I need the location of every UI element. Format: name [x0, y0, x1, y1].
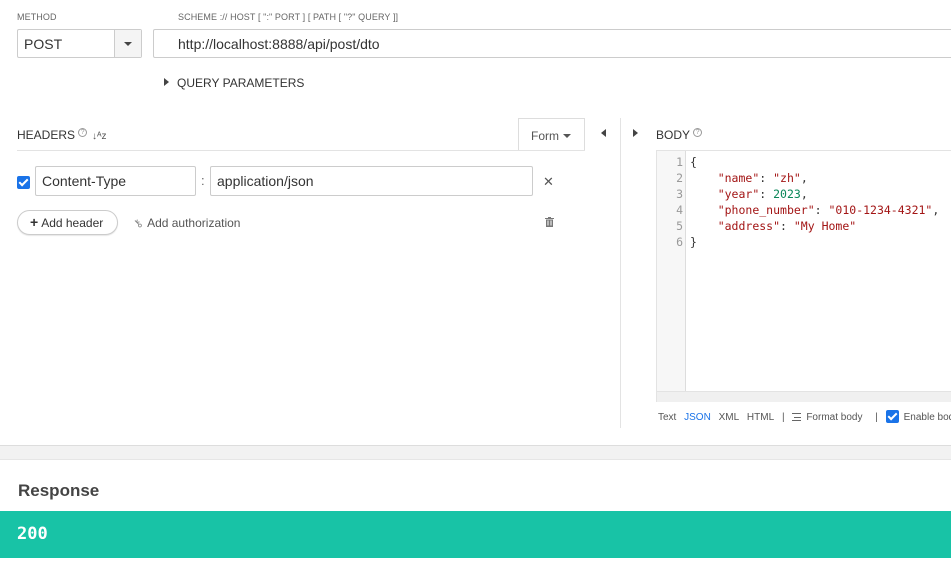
method-label: METHOD	[17, 12, 57, 22]
chevron-down-icon[interactable]	[114, 30, 141, 57]
sort-az-icon[interactable]: ↓ᴬz	[92, 131, 107, 142]
add-authorization-label: Add authorization	[147, 216, 241, 230]
response-title: Response	[18, 481, 100, 500]
url-label: SCHEME :// HOST [ ":" PORT ] [ PATH [ "?…	[178, 12, 399, 22]
header-name-input[interactable]: Content-Type	[35, 166, 196, 196]
line-number: 1	[676, 155, 683, 169]
code-line: }	[690, 235, 697, 249]
header-value-input[interactable]: application/json	[210, 166, 533, 196]
close-icon[interactable]: ✕	[543, 174, 554, 190]
add-authorization-button[interactable]: ⚷ Add authorization	[131, 216, 241, 231]
enable-body-toggle[interactable]: Enable body	[885, 410, 951, 423]
collapse-left-icon[interactable]	[601, 129, 606, 137]
add-header-label: Add header	[41, 216, 104, 230]
plus-icon: +	[30, 214, 39, 230]
line-number: 6	[676, 235, 683, 249]
code-line: "year": 2023,	[717, 187, 808, 201]
headers-title: HEADERS? ↓ᴬz	[17, 128, 107, 142]
body-label: BODY	[656, 128, 691, 142]
format-body-button[interactable]: Format body	[792, 412, 867, 423]
query-parameters-label: QUERY PARAMETERS	[177, 76, 305, 90]
line-number: 5	[676, 219, 683, 233]
expand-right-icon	[164, 78, 169, 86]
expand-right-icon[interactable]	[633, 129, 638, 137]
header-enabled-checkbox[interactable]	[17, 176, 30, 189]
status-code: 200	[17, 524, 48, 544]
panel-splitter[interactable]	[620, 118, 621, 428]
code-line: "name": "zh",	[717, 171, 808, 185]
headers-label: HEADERS	[17, 128, 76, 142]
method-value: POST	[24, 36, 63, 52]
body-type-xml[interactable]: XML	[719, 412, 740, 423]
line-number: 2	[676, 171, 683, 185]
form-mode-button[interactable]: Form	[518, 118, 585, 151]
code-line: "address": "My Home"	[717, 219, 857, 233]
checkbox-icon[interactable]	[885, 410, 899, 423]
code-line: "phone_number": "010-1234-4321",	[717, 203, 940, 217]
section-gap	[0, 446, 951, 460]
body-toolbar: Text JSON XML HTML | Format body | Enabl…	[658, 410, 951, 423]
form-mode-label: Form	[531, 129, 559, 143]
format-icon	[792, 413, 802, 421]
body-type-json[interactable]: JSON	[684, 412, 711, 423]
headers-divider	[17, 150, 585, 151]
line-number: 3	[676, 187, 683, 201]
header-separator: :	[201, 173, 205, 188]
line-number-gutter: 1 2 3 4 5 6	[657, 151, 686, 391]
method-select[interactable]: POST	[17, 29, 142, 58]
chevron-down-icon	[563, 134, 571, 138]
body-type-html[interactable]: HTML	[747, 412, 774, 423]
key-icon: ⚷	[131, 216, 146, 231]
url-input[interactable]: http://localhost:8888/api/post/dto	[153, 29, 951, 58]
toolbar-separator: |	[875, 412, 878, 423]
body-editor[interactable]: 1 2 3 4 5 6 { "name": "zh", "year": 2023…	[656, 150, 951, 402]
toolbar-separator: |	[781, 412, 785, 423]
help-icon[interactable]: ?	[78, 128, 88, 137]
horizontal-scrollbar[interactable]	[657, 391, 951, 402]
line-number: 4	[676, 203, 683, 217]
code-line: {	[690, 155, 697, 169]
add-header-button[interactable]: + Add header	[17, 210, 118, 235]
help-icon[interactable]: ?	[693, 128, 703, 137]
trash-icon[interactable]	[545, 217, 554, 227]
status-bar: 200	[0, 511, 951, 558]
body-title: BODY?	[656, 128, 703, 142]
query-parameters-toggle[interactable]: QUERY PARAMETERS	[164, 76, 304, 90]
body-type-text[interactable]: Text	[658, 412, 676, 423]
